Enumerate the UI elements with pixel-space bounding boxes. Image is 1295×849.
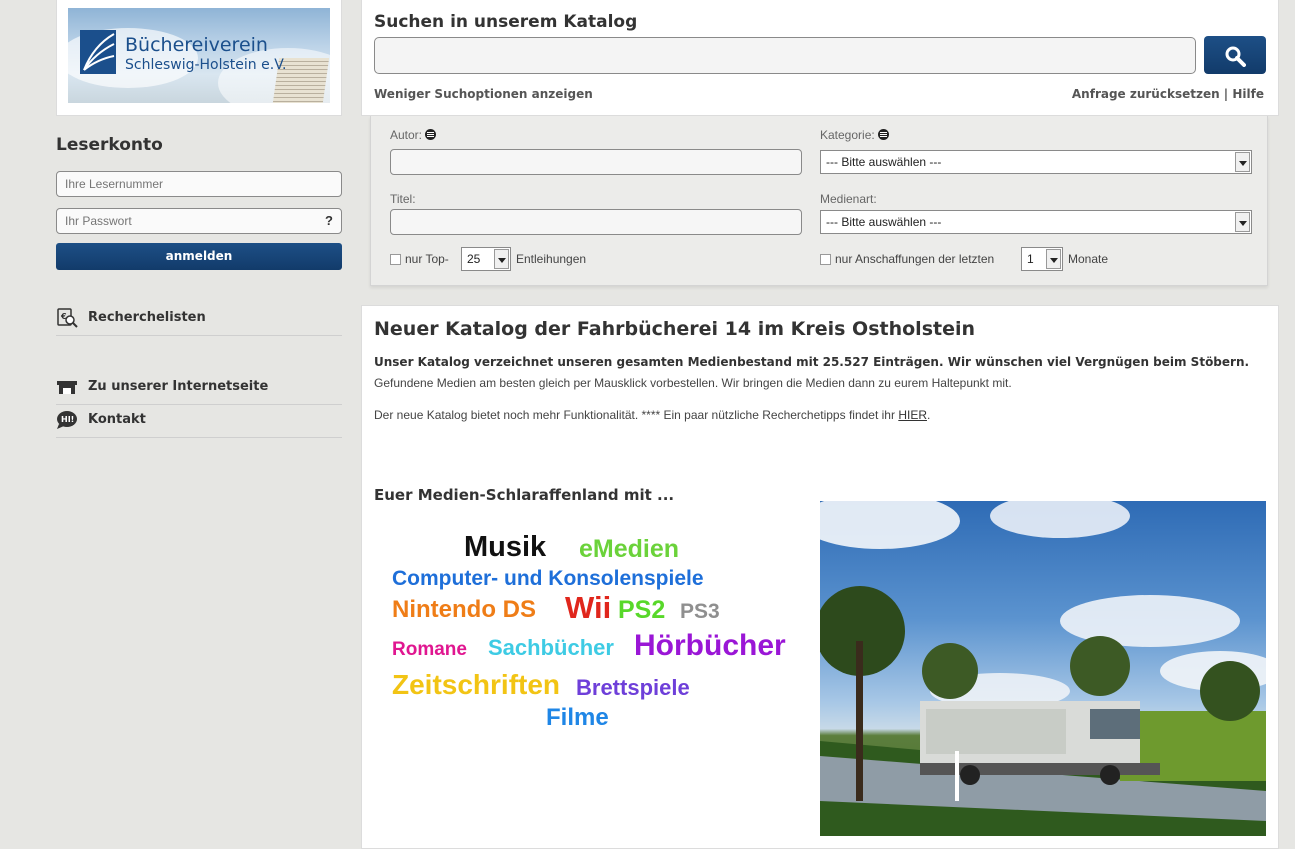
logo-mark-icon bbox=[80, 30, 116, 74]
svg-text:HI!: HI! bbox=[61, 415, 74, 424]
cloud-word-ps2: PS2 bbox=[618, 596, 666, 624]
password-input[interactable] bbox=[57, 209, 341, 233]
content-subtitle: Euer Medien-Schlaraffenland mit ... bbox=[374, 486, 675, 504]
search-panel: Suchen in unserem Katalog Weniger Suchop… bbox=[361, 0, 1279, 116]
cloud-word-hoerbuecher: Hörbücher bbox=[634, 629, 786, 662]
password-field-wrapper: ? bbox=[56, 208, 342, 234]
info-icon[interactable] bbox=[425, 129, 437, 140]
cloud-word-ps3: PS3 bbox=[680, 600, 720, 623]
main-content: Neuer Katalog der Fahrbücherei 14 im Kre… bbox=[361, 305, 1279, 849]
sidebar-item-kontakt[interactable]: HI! Kontakt bbox=[56, 405, 342, 438]
media-word-cloud: Musik eMedien Computer- und Konsolenspie… bbox=[374, 521, 794, 751]
sidebar-item-label: Zu unserer Internetseite bbox=[88, 379, 269, 394]
logo-box[interactable]: Büchereiverein Schleswig-Holstein e.V. bbox=[56, 0, 342, 116]
search-input[interactable] bbox=[374, 37, 1196, 74]
search-icon bbox=[1225, 46, 1246, 67]
content-intro-line: Gefundene Medien am besten gleich per Ma… bbox=[374, 376, 1012, 390]
content-title: Neuer Katalog der Fahrbücherei 14 im Kre… bbox=[374, 318, 976, 340]
cloud-word-brettspiele: Brettspiele bbox=[576, 675, 690, 700]
svg-text:€: € bbox=[60, 312, 67, 321]
password-help-icon[interactable]: ? bbox=[325, 213, 333, 228]
info-icon[interactable] bbox=[877, 129, 889, 140]
author-label: Autor: bbox=[390, 128, 437, 142]
cloud-word-emedien: eMedien bbox=[579, 535, 680, 563]
login-button[interactable]: anmelden bbox=[56, 243, 342, 270]
cloud-word-nintendo: Nintendo DS bbox=[392, 596, 536, 623]
sidebar-item-label: Recherchelisten bbox=[88, 310, 206, 325]
account-title: Leserkonto bbox=[56, 135, 163, 155]
acquisitions-row: nur Anschaffungen der letzten 1 Monate bbox=[820, 247, 1240, 271]
chevron-down-icon bbox=[1235, 212, 1250, 232]
sidebar-item-recherchelisten[interactable]: € Recherchelisten bbox=[56, 303, 342, 336]
media-type-label: Medienart: bbox=[820, 192, 877, 206]
top-loans-checkbox[interactable] bbox=[390, 254, 401, 265]
search-button[interactable] bbox=[1204, 36, 1266, 74]
title-input[interactable] bbox=[390, 209, 802, 235]
top-loans-prefix: nur Top- bbox=[405, 252, 449, 266]
storefront-icon bbox=[57, 381, 77, 394]
acquisitions-checkbox[interactable] bbox=[820, 254, 831, 265]
sidebar-item-label: Kontakt bbox=[88, 412, 146, 427]
tips-link[interactable]: HIER bbox=[898, 408, 927, 422]
cloud-word-computer: Computer- und Konsolenspiele bbox=[392, 567, 704, 590]
cloud-word-musik: Musik bbox=[464, 531, 547, 563]
title-label: Titel: bbox=[390, 192, 416, 206]
top-loans-suffix: Entleihungen bbox=[516, 252, 587, 266]
library-bus-photo bbox=[820, 501, 1266, 836]
chevron-down-icon bbox=[1046, 249, 1061, 269]
category-select[interactable]: --- Bitte auswählen --- bbox=[820, 150, 1252, 174]
toggle-search-options-link[interactable]: Weniger Suchoptionen anzeigen bbox=[374, 87, 593, 101]
cloud-word-romane: Romane bbox=[392, 639, 467, 660]
author-input[interactable] bbox=[390, 149, 802, 175]
content-tips-line: Der neue Katalog bietet noch mehr Funkti… bbox=[374, 408, 931, 422]
cloud-word-sachbuecher: Sachbücher bbox=[488, 635, 614, 660]
category-label: Kategorie: bbox=[820, 128, 889, 142]
cloud-word-zeitschriften: Zeitschriften bbox=[392, 669, 561, 700]
search-list-icon: € bbox=[57, 308, 78, 328]
cloud-word-wii: Wii bbox=[565, 590, 612, 625]
extended-search-panel: Autor: Kategorie: --- Bitte auswählen --… bbox=[370, 116, 1268, 286]
chevron-down-icon bbox=[494, 249, 509, 269]
cloud-word-filme: Filme bbox=[546, 704, 609, 731]
chevron-down-icon bbox=[1235, 152, 1250, 172]
media-type-select[interactable]: --- Bitte auswählen --- bbox=[820, 210, 1252, 234]
sidebar-item-internetseite[interactable]: Zu unserer Internetseite bbox=[56, 372, 342, 405]
months-select[interactable]: 1 bbox=[1021, 247, 1063, 271]
acquisitions-prefix: nur Anschaffungen der letzten bbox=[835, 252, 995, 266]
top-loans-row: nur Top- 25 Entleihungen bbox=[390, 247, 690, 271]
bus-photo-illustration bbox=[820, 501, 1266, 836]
logo-title: Büchereiverein bbox=[125, 34, 268, 56]
chat-bubble-icon: HI! bbox=[57, 411, 77, 429]
reader-number-input[interactable] bbox=[56, 171, 342, 197]
content-intro-bold: Unser Katalog verzeichnet unseren gesamt… bbox=[374, 355, 1250, 369]
reset-help-links[interactable]: Anfrage zurücksetzen | Hilfe bbox=[1072, 87, 1264, 101]
top-count-select[interactable]: 25 bbox=[461, 247, 511, 271]
search-title: Suchen in unserem Katalog bbox=[374, 12, 638, 32]
logo-subtitle: Schleswig-Holstein e.V. bbox=[125, 57, 287, 73]
acquisitions-suffix: Monate bbox=[1068, 252, 1109, 266]
logo-image: Büchereiverein Schleswig-Holstein e.V. bbox=[68, 8, 330, 103]
